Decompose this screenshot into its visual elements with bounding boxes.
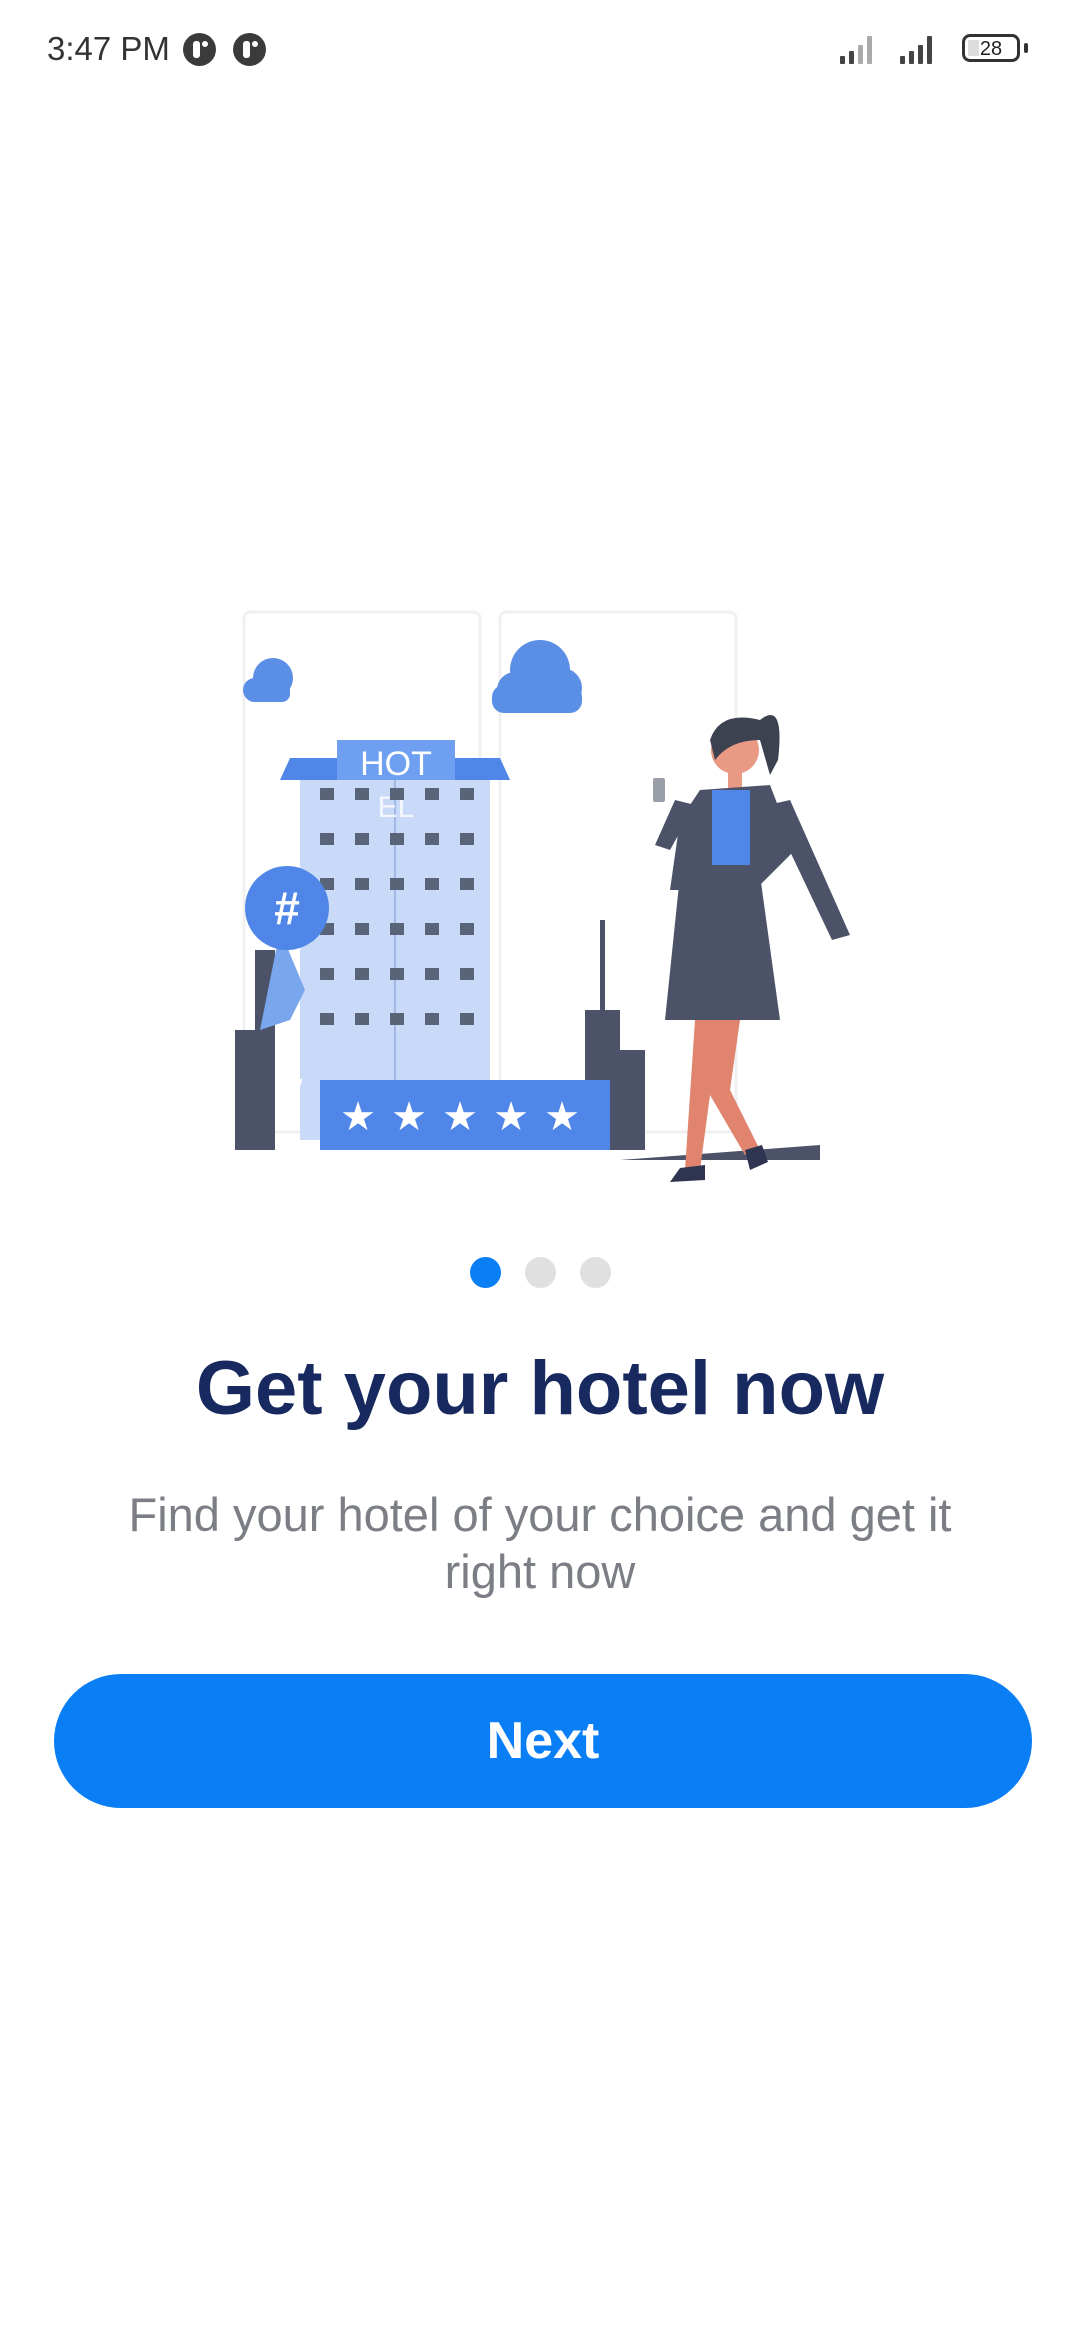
page-dot-active[interactable] — [469, 1257, 501, 1288]
svg-text:★: ★ — [340, 1094, 376, 1140]
notification-icon — [183, 33, 216, 66]
signal-icon — [840, 34, 872, 64]
page-indicator — [0, 1257, 1080, 1288]
page-dot[interactable] — [524, 1257, 556, 1288]
svg-text:#: # — [274, 882, 300, 934]
onboarding-subtitle: Find your hotel of your choice and get i… — [128, 1488, 952, 1598]
battery-icon: 28 — [962, 34, 1020, 62]
svg-text:★: ★ — [442, 1094, 478, 1140]
battery-tip — [1024, 43, 1028, 53]
page-dot[interactable] — [579, 1257, 611, 1288]
svg-text:★: ★ — [493, 1094, 529, 1140]
battery-level: 28 — [979, 38, 1003, 60]
svg-text:1: 1 — [275, 1037, 305, 1097]
notification-icon — [233, 33, 266, 66]
status-bar: 3:47 PM 28 — [0, 0, 1080, 100]
next-button[interactable]: Next — [54, 1674, 1032, 1808]
hotel-sign-text: HOT — [360, 745, 432, 783]
hotel-illustration: HOT EL ★ ★ ★ ★ ★ # 1 — [235, 610, 850, 1182]
svg-text:★: ★ — [391, 1094, 427, 1140]
onboarding-title: Get your hotel now — [195, 1346, 885, 1431]
status-time: 3:47 PM — [47, 30, 170, 67]
signal-icon — [900, 34, 932, 64]
svg-text:★: ★ — [544, 1094, 580, 1140]
